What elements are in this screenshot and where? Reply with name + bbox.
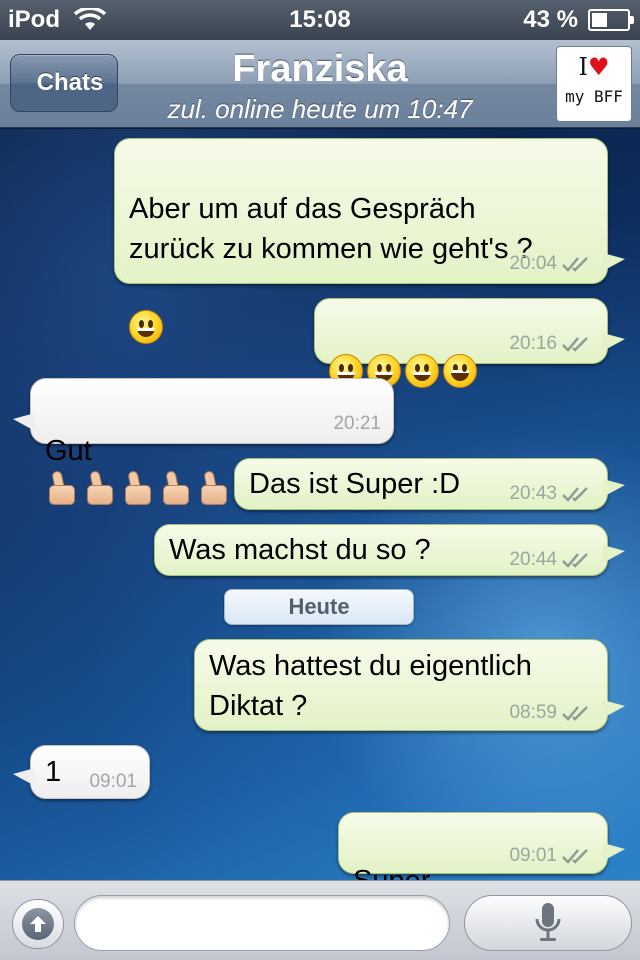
message-text: Was hattest du eigentlich Diktat ? (209, 650, 532, 722)
grinning-emoji-icon (443, 354, 477, 388)
message-text: 1 (45, 756, 62, 788)
avatar-text-bff: my BFF (565, 87, 623, 106)
microphone-button[interactable] (464, 895, 632, 951)
message-time: 20:04 (509, 253, 557, 274)
microphone-icon (535, 903, 561, 941)
message-bubble-outgoing[interactable]: Was machst du so ? 20:44 (154, 524, 625, 576)
message-bubble-outgoing[interactable]: Aber um auf das Gespräch zurück zu komme… (114, 138, 625, 344)
double-check-icon (562, 706, 588, 721)
message-text: Super (353, 821, 430, 880)
thumbs-up-emoji-icon (197, 470, 231, 507)
message-time: 08:59 (509, 702, 557, 723)
thumbs-up-emoji-icon (121, 470, 155, 507)
message-text: Gut (45, 391, 235, 512)
message-bubble-incoming[interactable]: 1 09:01 (13, 745, 150, 799)
battery-percent: 43 % (523, 6, 578, 33)
back-button-body[interactable]: Chats (10, 54, 118, 112)
status-bar: iPod 15:08 43 % (0, 0, 640, 40)
double-check-icon (562, 337, 588, 352)
double-check-icon (562, 487, 588, 502)
heart-icon: ♥ (587, 53, 610, 81)
battery-level (592, 13, 607, 27)
smiley-emoji-icon (405, 354, 439, 388)
double-check-icon (562, 553, 588, 568)
message-time: 20:43 (509, 483, 557, 504)
message-input[interactable] (74, 895, 450, 951)
message-bubble-outgoing[interactable]: 20:16 (314, 298, 625, 388)
nav-bar: Chats Franziska zul. online heute um 10:… (0, 40, 640, 128)
attach-button[interactable] (12, 899, 64, 949)
battery-icon (588, 9, 634, 31)
message-bubble-outgoing[interactable]: Was hattest du eigentlich Diktat ? 08:59 (194, 639, 625, 731)
message-time: 20:16 (509, 333, 557, 354)
avatar-text-i: I (578, 53, 588, 81)
message-bubble-outgoing[interactable]: Das ist Super :D 20:43 (234, 458, 625, 510)
contact-name: Franziska (232, 48, 408, 90)
double-check-icon (562, 257, 588, 272)
message-time: 09:01 (89, 771, 137, 792)
message-bubble-incoming[interactable]: Gut 20:21 (13, 378, 394, 505)
message-time: 20:21 (333, 413, 381, 434)
smiley-emoji-icon (129, 310, 163, 344)
thumbs-up-emoji-icon (159, 470, 193, 507)
back-button[interactable]: Chats (0, 52, 120, 112)
contact-avatar[interactable]: I♥ my BFF (556, 46, 632, 122)
message-text: Was machst du so ? (169, 534, 431, 566)
attach-arrow-icon (30, 916, 46, 932)
day-separator: Heute (224, 589, 414, 625)
last-seen-status: zul. online heute um 10:47 (167, 94, 473, 124)
thumbs-up-emoji-icon (83, 470, 117, 507)
message-time: 09:01 (509, 845, 557, 866)
input-bar (0, 880, 640, 960)
message-bubble-outgoing[interactable]: Super 09:01 (338, 812, 625, 880)
message-text: Das ist Super :D (249, 468, 461, 500)
double-check-icon (562, 849, 588, 864)
back-button-label: Chats (36, 69, 104, 96)
chat-area[interactable]: Aber um auf das Gespräch zurück zu komme… (0, 129, 640, 880)
thumbs-up-emoji-icon (45, 470, 79, 507)
message-time: 20:44 (509, 549, 557, 570)
